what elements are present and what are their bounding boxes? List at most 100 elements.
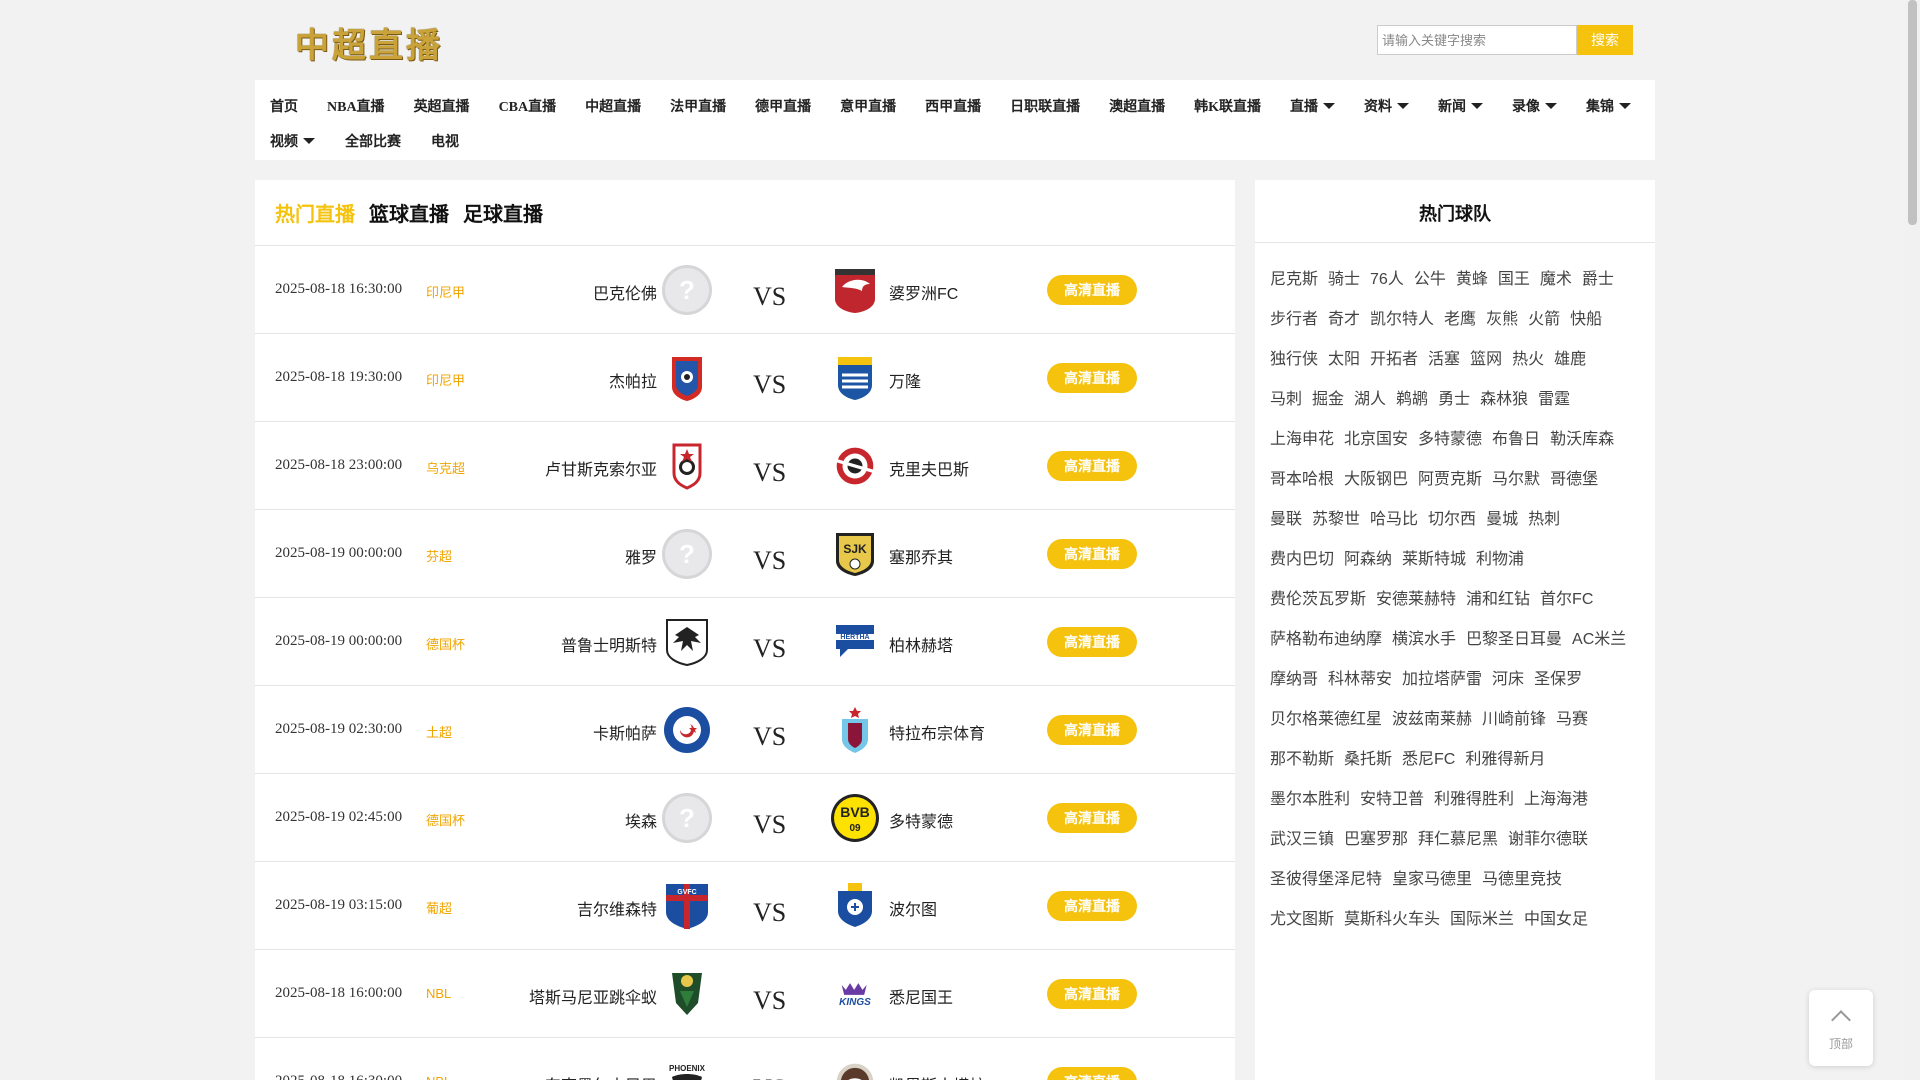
team-link[interactable]: 圣彼得堡泽尼特 [1270, 865, 1382, 889]
team-link[interactable]: 贝尔格莱德红星 [1270, 705, 1382, 729]
watch-live-button[interactable]: 高清直播 [1047, 627, 1137, 657]
team-link[interactable]: 勒沃库森 [1550, 425, 1614, 449]
away-team-name[interactable]: 特拉布宗体育 [889, 720, 985, 744]
team-link[interactable]: 上海海港 [1524, 785, 1588, 809]
watch-live-button[interactable]: 高清直播 [1047, 979, 1137, 1009]
team-link[interactable]: 76人 [1370, 265, 1404, 289]
team-link[interactable]: 黄蜂 [1456, 265, 1488, 289]
away-team-name[interactable]: 婆罗洲FC [889, 280, 958, 304]
team-link[interactable]: 篮网 [1470, 345, 1502, 369]
team-link[interactable]: 北京国安 [1344, 425, 1408, 449]
team-link[interactable]: 浦和红钻 [1466, 585, 1530, 609]
team-link[interactable]: 费内巴切 [1270, 545, 1334, 569]
match-league[interactable]: 葡超 [426, 898, 452, 917]
team-link[interactable]: 森林狼 [1480, 385, 1528, 409]
search-input[interactable] [1377, 25, 1577, 55]
team-link[interactable]: 巴塞罗那 [1344, 825, 1408, 849]
team-link[interactable]: 费伦茨瓦罗斯 [1270, 585, 1366, 609]
team-link[interactable]: 中国女足 [1524, 905, 1588, 929]
nav-link[interactable]: 澳超直播 [1109, 96, 1165, 116]
team-link[interactable]: 莫斯科火车头 [1344, 905, 1440, 929]
watch-live-button[interactable]: 高清直播 [1047, 803, 1137, 833]
search-button[interactable]: 搜索 [1577, 25, 1633, 55]
home-team-name[interactable]: 塔斯马尼亚跳伞蚁 [529, 984, 657, 1008]
team-link[interactable]: 哥德堡 [1550, 465, 1598, 489]
away-team-name[interactable]: 万隆 [889, 368, 921, 392]
watch-live-button[interactable]: 高清直播 [1047, 1067, 1137, 1080]
watch-live-button[interactable]: 高清直播 [1047, 715, 1137, 745]
team-link[interactable]: 武汉三镇 [1270, 825, 1334, 849]
match-league[interactable]: 芬超 [426, 546, 452, 565]
match-tab[interactable]: 热门直播 [275, 198, 355, 227]
match-league[interactable]: 印尼甲 [426, 370, 465, 389]
team-link[interactable]: 灰熊 [1486, 305, 1518, 329]
team-link[interactable]: 利雅得新月 [1465, 745, 1545, 769]
nav-dropdown[interactable]: 集锦 [1586, 96, 1632, 116]
home-team-name[interactable]: 卡斯帕萨 [593, 720, 657, 744]
away-team-name[interactable]: 柏林赫塔 [889, 632, 953, 656]
home-team-name[interactable]: 雅罗 [625, 544, 657, 568]
home-team-name[interactable]: 杰帕拉 [609, 368, 657, 392]
team-link[interactable]: 开拓者 [1370, 345, 1418, 369]
team-link[interactable]: 川崎前锋 [1482, 705, 1546, 729]
nav-link[interactable]: 韩K联直播 [1194, 96, 1261, 116]
team-link[interactable]: 独行侠 [1270, 345, 1318, 369]
team-link[interactable]: 步行者 [1270, 305, 1318, 329]
team-link[interactable]: 阿森纳 [1344, 545, 1392, 569]
team-link[interactable]: 火箭 [1528, 305, 1560, 329]
team-link[interactable]: 马刺 [1270, 385, 1302, 409]
team-link[interactable]: 桑托斯 [1344, 745, 1392, 769]
back-to-top-button[interactable]: 顶部 [1809, 990, 1873, 1066]
team-link[interactable]: 皇家马德里 [1392, 865, 1472, 889]
nav-dropdown[interactable]: 视频 [270, 131, 315, 151]
away-team-name[interactable]: 克里夫巴斯 [889, 456, 969, 480]
team-link[interactable]: 首尔FC [1540, 585, 1593, 609]
team-link[interactable]: 尼克斯 [1270, 265, 1318, 289]
nav-link[interactable]: 法甲直播 [670, 96, 726, 116]
away-team-name[interactable]: 塞那乔其 [889, 544, 953, 568]
match-league[interactable]: 德国杯 [426, 634, 465, 653]
team-link[interactable]: 摩纳哥 [1270, 665, 1318, 689]
watch-live-button[interactable]: 高清直播 [1047, 539, 1137, 569]
team-link[interactable]: 多特蒙德 [1418, 425, 1482, 449]
team-link[interactable]: 骑士 [1328, 265, 1360, 289]
match-league[interactable]: 乌克超 [426, 458, 465, 477]
team-link[interactable]: 安特卫普 [1360, 785, 1424, 809]
away-team-name[interactable]: 凯恩斯大蟒蛇 [889, 1072, 985, 1080]
home-team-name[interactable]: 埃森 [625, 808, 657, 832]
team-link[interactable]: 哈马比 [1370, 505, 1418, 529]
nav-link[interactable]: 日职联直播 [1010, 96, 1080, 116]
team-link[interactable]: 横滨水手 [1392, 625, 1456, 649]
team-link[interactable]: 谢菲尔德联 [1508, 825, 1588, 849]
home-team-name[interactable]: 吉尔维森特 [577, 896, 657, 920]
match-league[interactable]: NBL [426, 986, 451, 1001]
team-link[interactable]: 安德莱赫特 [1376, 585, 1456, 609]
nav-dropdown[interactable]: 资料 [1364, 96, 1410, 116]
team-link[interactable]: 大阪钢巴 [1344, 465, 1408, 489]
nav-link[interactable]: 英超直播 [414, 96, 470, 116]
home-team-name[interactable]: 卢甘斯克索尔亚 [545, 456, 657, 480]
team-link[interactable]: 墨尔本胜利 [1270, 785, 1350, 809]
team-link[interactable]: 快船 [1570, 305, 1602, 329]
team-link[interactable]: AC米兰 [1572, 625, 1626, 649]
team-link[interactable]: 掘金 [1312, 385, 1344, 409]
nav-link[interactable]: 德甲直播 [755, 96, 811, 116]
nav-link[interactable]: 西甲直播 [925, 96, 981, 116]
team-link[interactable]: 魔术 [1540, 265, 1572, 289]
home-team-name[interactable]: 巴克伦佛 [593, 280, 657, 304]
team-link[interactable]: 勇士 [1438, 385, 1470, 409]
team-link[interactable]: 拜仁慕尼黑 [1418, 825, 1498, 849]
team-link[interactable]: 凯尔特人 [1370, 305, 1434, 329]
team-link[interactable]: 莱斯特城 [1402, 545, 1466, 569]
team-link[interactable]: 公牛 [1414, 265, 1446, 289]
match-league[interactable]: 德国杯 [426, 810, 465, 829]
team-link[interactable]: 利物浦 [1476, 545, 1524, 569]
team-link[interactable]: 切尔西 [1428, 505, 1476, 529]
match-tab[interactable]: 篮球直播 [369, 198, 449, 227]
nav-dropdown[interactable]: 新闻 [1438, 96, 1484, 116]
team-link[interactable]: 哥本哈根 [1270, 465, 1334, 489]
site-logo[interactable]: 中超直播 [295, 18, 443, 67]
nav-link[interactable]: NBA直播 [327, 96, 385, 116]
team-link[interactable]: 活塞 [1428, 345, 1460, 369]
team-link[interactable]: 鹈鹕 [1396, 385, 1428, 409]
